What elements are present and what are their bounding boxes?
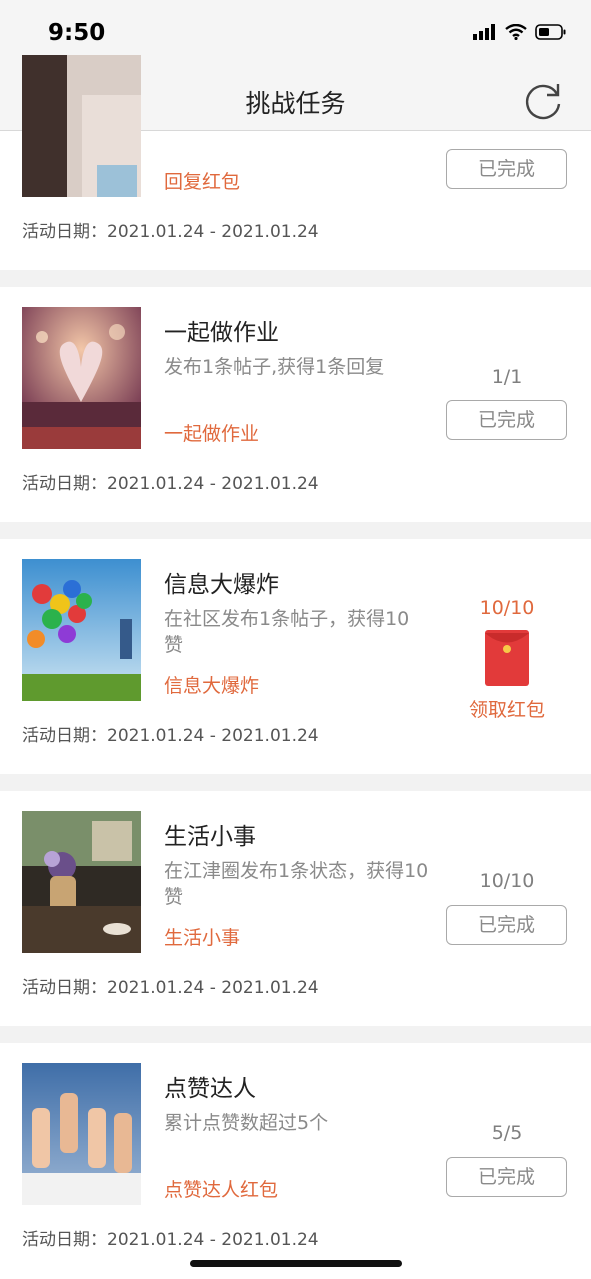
activity-date: 活动日期：2021.01.24 - 2021.01.24	[22, 469, 319, 494]
task-thumbnail	[22, 559, 141, 701]
task-thumbnail	[22, 1063, 141, 1205]
task-card: 信息大爆炸 在社区发布1条帖子，获得10赞 信息大爆炸 10/10 领取红包 活…	[0, 539, 591, 774]
task-title: 信息大爆炸	[164, 572, 279, 598]
completed-button[interactable]: 已完成	[446, 149, 567, 189]
task-description: 发布1条帖子,获得1条回复	[164, 356, 385, 378]
claim-red-envelope-button[interactable]: 领取红包	[446, 695, 568, 722]
task-description: 在社区发布1条帖子，获得10赞	[164, 608, 410, 656]
date-range: 2021.01.24 - 2021.01.24	[107, 474, 319, 494]
task-reward: 回复红包	[164, 171, 241, 193]
task-reward: 信息大爆炸	[164, 675, 260, 697]
activity-date: 活动日期：2021.01.24 - 2021.01.24	[22, 973, 319, 998]
task-card: 回复红包 已完成 活动日期：2021.01.24 - 2021.01.24	[0, 55, 591, 270]
status-icons	[473, 24, 567, 40]
date-label: 活动日期：	[22, 978, 107, 998]
task-thumbnail	[22, 811, 141, 953]
activity-date: 活动日期：2021.01.24 - 2021.01.24	[22, 1225, 319, 1250]
task-thumbnail	[22, 55, 141, 197]
task-title: 一起做作业	[164, 320, 279, 346]
task-progress: 1/1	[491, 366, 523, 388]
task-card: 一起做作业 发布1条帖子,获得1条回复 一起做作业 1/1 已完成 活动日期：2…	[0, 287, 591, 522]
date-label: 活动日期：	[22, 1230, 107, 1250]
date-label: 活动日期：	[22, 222, 107, 242]
task-progress: 5/5	[491, 1122, 523, 1144]
task-description: 累计点赞数超过5个	[164, 1112, 329, 1134]
task-progress: 10/10	[479, 870, 535, 892]
date-label: 活动日期：	[22, 474, 107, 494]
date-range: 2021.01.24 - 2021.01.24	[107, 1230, 319, 1250]
task-reward: 一起做作业	[164, 423, 260, 445]
date-range: 2021.01.24 - 2021.01.24	[107, 222, 319, 242]
signal-icon	[473, 24, 495, 40]
task-card: 点赞达人 累计点赞数超过5个 点赞达人红包 5/5 已完成 活动日期：2021.…	[0, 1043, 591, 1279]
activity-date: 活动日期：2021.01.24 - 2021.01.24	[22, 217, 319, 242]
date-range: 2021.01.24 - 2021.01.24	[107, 978, 319, 998]
task-progress: 10/10	[479, 597, 535, 619]
task-description: 在江津圈发布1条状态，获得10赞	[164, 860, 429, 908]
task-reward: 生活小事	[164, 927, 241, 949]
completed-button[interactable]: 已完成	[446, 400, 567, 440]
task-reward: 点赞达人红包	[164, 1179, 279, 1201]
task-title: 生活小事	[164, 824, 256, 850]
task-card: 生活小事 在江津圈发布1条状态，获得10赞 生活小事 10/10 已完成 活动日…	[0, 791, 591, 1026]
wifi-icon	[505, 24, 527, 40]
activity-date: 活动日期：2021.01.24 - 2021.01.24	[22, 721, 319, 746]
task-title: 点赞达人	[164, 1076, 256, 1102]
refresh-icon[interactable]	[521, 78, 565, 122]
battery-icon	[535, 24, 566, 40]
completed-button[interactable]: 已完成	[446, 905, 567, 945]
task-thumbnail	[22, 307, 141, 449]
home-indicator	[190, 1260, 402, 1267]
date-label: 活动日期：	[22, 726, 107, 746]
red-envelope-icon[interactable]	[485, 630, 529, 686]
completed-button[interactable]: 已完成	[446, 1157, 567, 1197]
date-range: 2021.01.24 - 2021.01.24	[107, 726, 319, 746]
status-time: 9:50	[48, 20, 106, 46]
